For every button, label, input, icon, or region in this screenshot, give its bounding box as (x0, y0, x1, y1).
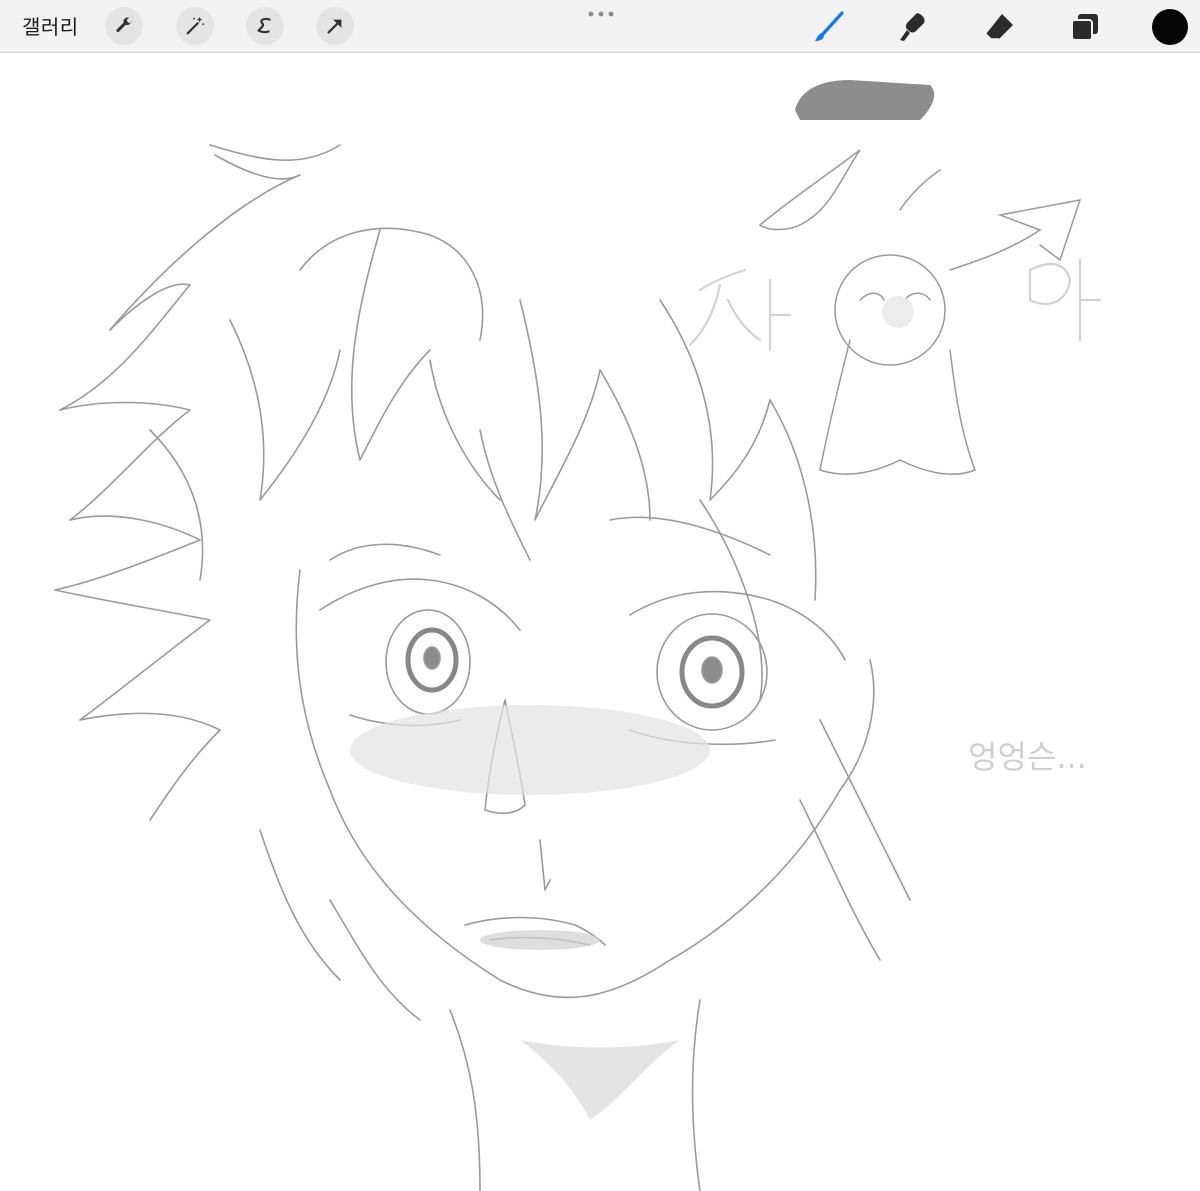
eraser-icon (985, 14, 1013, 40)
layers-button[interactable] (1066, 8, 1104, 46)
layers-icon (1071, 14, 1098, 41)
more-options-icon[interactable] (587, 10, 615, 18)
actions-button[interactable] (105, 7, 143, 45)
eraser-button[interactable] (980, 8, 1018, 46)
magic-wand-icon (186, 16, 205, 35)
gallery-button[interactable]: 갤러리 (22, 11, 79, 40)
transform-button[interactable] (316, 7, 354, 45)
adjustments-button[interactable] (176, 7, 214, 45)
brush-icon (815, 11, 844, 41)
smudge-button[interactable] (893, 8, 931, 46)
selection-button[interactable] (246, 7, 284, 45)
handwritten-annotation: 엉엉슨... (968, 738, 1087, 776)
selection-icon (257, 17, 271, 34)
color-picker-button[interactable] (1152, 9, 1188, 45)
drawing-canvas[interactable]: 엉엉슨... (0, 54, 1200, 1191)
brush-button[interactable] (810, 8, 848, 46)
smudge-icon (900, 13, 925, 41)
wrench-icon (116, 17, 133, 33)
transform-arrow-icon (327, 19, 342, 34)
top-toolbar: 갤러리 (0, 0, 1200, 53)
